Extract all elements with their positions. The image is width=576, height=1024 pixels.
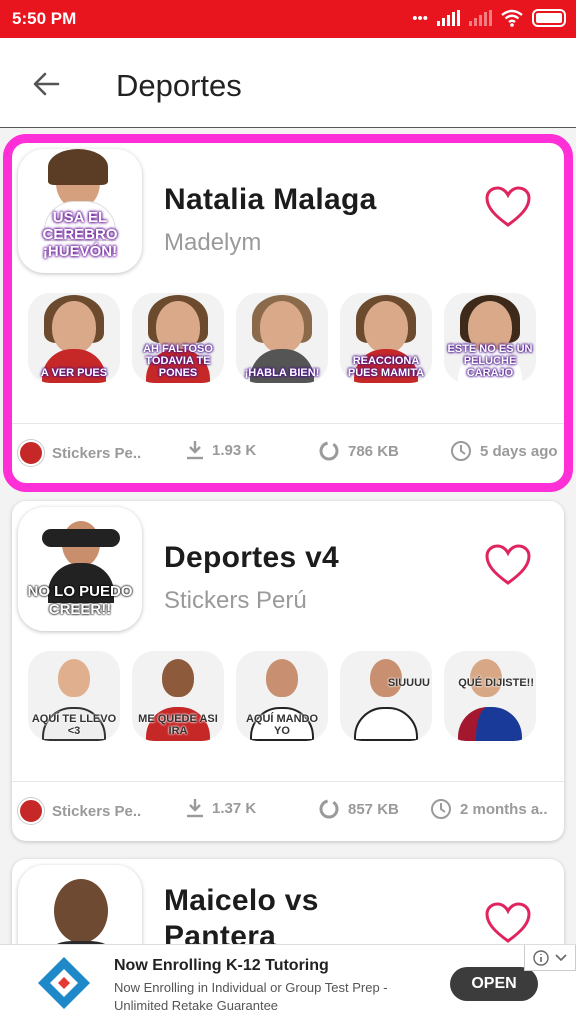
downloads: 1.37 K bbox=[186, 798, 256, 818]
download-count: 1.37 K bbox=[212, 799, 257, 817]
info-icon[interactable] bbox=[533, 949, 549, 966]
sticker-preview[interactable]: AH FALTOSO TODAVIA TE PONES bbox=[132, 293, 224, 383]
status-time: 5:50 PM bbox=[12, 9, 77, 28]
updated-time: 5 days ago bbox=[480, 442, 558, 460]
pack-name: Deportes v4 bbox=[164, 541, 340, 574]
page-title: Deportes bbox=[116, 68, 242, 103]
updated: 2 months a.. bbox=[430, 798, 548, 820]
pack-author: Madelym bbox=[164, 229, 262, 256]
pack-thumbnail[interactable]: USA EL CEREBRO ¡HUEVÓN! bbox=[18, 149, 142, 273]
back-arrow-icon[interactable] bbox=[28, 66, 64, 102]
pack-author: Stickers Perú bbox=[164, 587, 307, 614]
wifi-icon bbox=[501, 9, 523, 27]
publisher-name: Stickers Pe.. bbox=[52, 802, 142, 820]
ad-open-button[interactable]: OPEN bbox=[450, 967, 538, 1001]
app-bar: Deportes bbox=[0, 38, 576, 128]
sticker-preview-row: A VER PUES AH FALTOSO TODAVIA TE PONES ¡… bbox=[28, 293, 536, 383]
sticker-preview[interactable]: QUÉ DIJISTE!! bbox=[444, 651, 536, 741]
ad-choices[interactable] bbox=[524, 945, 576, 971]
status-icons: ••• bbox=[412, 9, 566, 27]
sticker-preview[interactable]: AQUÍ MANDO YO bbox=[236, 651, 328, 741]
pack-size: 857 KB bbox=[348, 800, 399, 818]
download-icon bbox=[187, 799, 203, 818]
publisher: Stickers Pe.. bbox=[18, 440, 141, 466]
download-count: 1.93 K bbox=[212, 441, 257, 459]
thumb-caption: USA EL CEREBRO ¡HUEVÓN! bbox=[42, 209, 118, 260]
favorite-heart-icon[interactable] bbox=[484, 185, 532, 229]
pack-card[interactable]: Maicelo vs Pantera bbox=[12, 859, 564, 944]
downloads: 1.93 K bbox=[186, 440, 256, 460]
sticker-preview[interactable]: SIUUUU bbox=[340, 651, 432, 741]
ad-banner[interactable]: Now Enrolling K-12 Tutoring Now Enrollin… bbox=[0, 944, 576, 1024]
pack-meta-row: Stickers Pe.. 1.93 K 786 KB 5 days ago bbox=[12, 423, 564, 479]
signal-icon bbox=[437, 10, 460, 26]
publisher-logo-icon bbox=[18, 440, 44, 466]
ad-headline: Now Enrolling K-12 Tutoring bbox=[114, 957, 329, 974]
sticker-preview[interactable]: REACCIONA PUES MAMITA bbox=[340, 293, 432, 383]
publisher-name: Stickers Pe.. bbox=[52, 444, 142, 462]
pack-thumbnail[interactable] bbox=[18, 865, 142, 944]
chevron-down-icon[interactable] bbox=[555, 953, 567, 963]
download-icon bbox=[187, 441, 203, 460]
thumb-caption: NO LO PUEDO CREER!! bbox=[27, 583, 133, 618]
status-bar: 5:50 PM ••• bbox=[0, 0, 576, 38]
ad-body: Now Enrolling in Individual or Group Tes… bbox=[114, 980, 388, 1013]
pack-card[interactable]: NO LO PUEDO CREER!! Deportes v4 Stickers… bbox=[12, 501, 564, 841]
pack-name: Maicelo vs Pantera bbox=[164, 884, 319, 944]
pack-size: 786 KB bbox=[348, 442, 399, 460]
sticker-preview[interactable]: ME QUEDE ASI IRA bbox=[132, 651, 224, 741]
clock-icon bbox=[431, 799, 451, 819]
sticker-preview[interactable]: ESTE NO ES UN PELUCHE CARAJO bbox=[444, 293, 536, 383]
ad-logo-icon bbox=[38, 957, 90, 1009]
pack-meta-row: Stickers Pe.. 1.37 K 857 KB 2 months a.. bbox=[12, 781, 564, 837]
updated: 5 days ago bbox=[450, 440, 558, 462]
file-size: 857 KB bbox=[318, 798, 399, 820]
storage-ring-icon bbox=[319, 799, 339, 819]
favorite-heart-icon[interactable] bbox=[484, 543, 532, 587]
publisher-logo-icon bbox=[18, 798, 44, 824]
favorite-heart-icon[interactable] bbox=[484, 901, 532, 944]
sticker-preview[interactable]: A VER PUES bbox=[28, 293, 120, 383]
battery-icon bbox=[532, 9, 566, 27]
more-dots-icon: ••• bbox=[412, 9, 428, 27]
pack-name: Natalia Malaga bbox=[164, 183, 377, 216]
updated-time: 2 months a.. bbox=[460, 800, 548, 818]
sticker-preview-row: AQUÍ TE LLEVO <3 ME QUEDE ASI IRA AQUÍ M… bbox=[28, 651, 536, 741]
file-size: 786 KB bbox=[318, 440, 399, 462]
pack-card[interactable]: USA EL CEREBRO ¡HUEVÓN! Natalia Malaga M… bbox=[3, 134, 573, 492]
publisher: Stickers Pe.. bbox=[18, 798, 141, 824]
storage-ring-icon bbox=[319, 441, 339, 461]
pack-thumbnail[interactable]: NO LO PUEDO CREER!! bbox=[18, 507, 142, 631]
pack-list[interactable]: USA EL CEREBRO ¡HUEVÓN! Natalia Malaga M… bbox=[0, 129, 576, 944]
sticker-preview[interactable]: AQUÍ TE LLEVO <3 bbox=[28, 651, 120, 741]
signal-2-icon bbox=[469, 10, 492, 26]
sticker-preview[interactable]: ¡HABLA BIEN! bbox=[236, 293, 328, 383]
clock-icon bbox=[451, 441, 471, 461]
